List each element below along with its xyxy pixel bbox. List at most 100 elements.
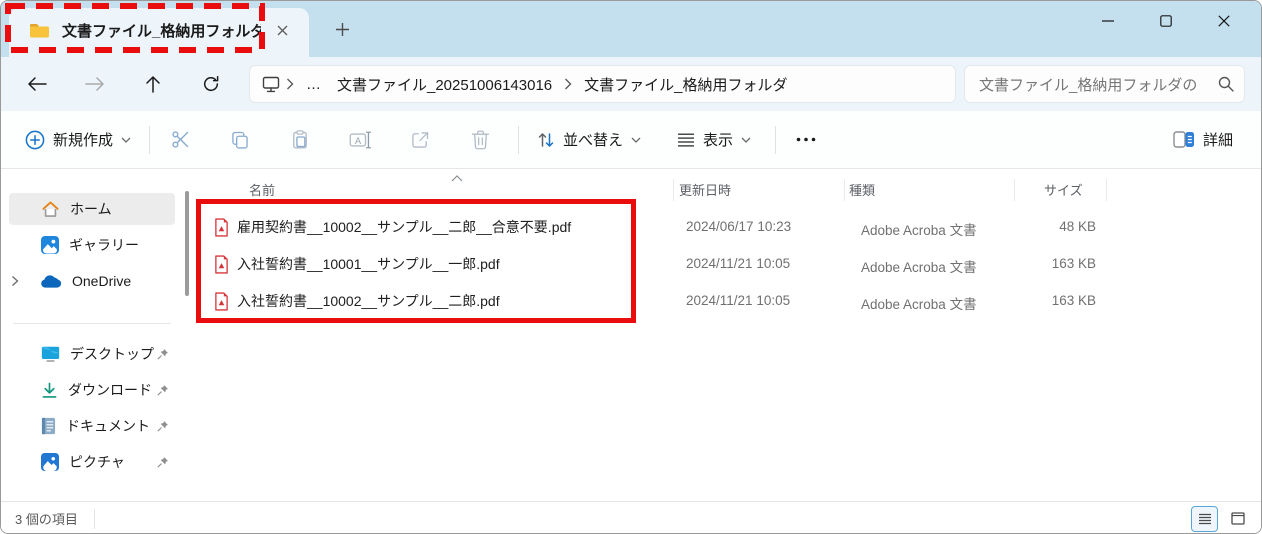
close-button[interactable]	[1195, 1, 1253, 41]
sidebar-scrollbar[interactable]	[185, 191, 189, 296]
ellipsis-icon	[796, 137, 816, 142]
home-icon	[41, 200, 60, 218]
sidebar-item-home[interactable]: ホーム	[9, 193, 175, 225]
gallery-icon	[41, 236, 59, 254]
sort-arrows-icon	[537, 131, 555, 149]
titlebar: 文書ファイル_格納用フォルダ	[1, 1, 1261, 57]
scissors-icon	[171, 131, 188, 148]
file-explorer-window: 文書ファイル_格納用フォルダ … 文書ファイル_20251006143016 文…	[0, 0, 1262, 534]
search-input[interactable]: 文書ファイル_格納用フォルダの	[964, 65, 1245, 103]
forward-icon[interactable]	[73, 66, 117, 102]
chevron-right-icon	[560, 78, 576, 90]
file-row[interactable]: 入社誓約書__10001__サンプル__一郎.pdf 2024/11/21 10…	[193, 246, 1261, 283]
chevron-down-icon	[741, 137, 751, 143]
breadcrumb-overflow[interactable]: …	[298, 72, 329, 97]
more-options-button[interactable]	[784, 120, 828, 160]
search-placeholder: 文書ファイル_格納用フォルダの	[979, 76, 1198, 94]
window-controls	[1079, 1, 1253, 41]
new-button[interactable]: 新規作成	[15, 121, 141, 158]
file-modified: 2024/11/21 10:05	[686, 256, 791, 271]
refresh-icon[interactable]	[189, 66, 233, 102]
column-header-type[interactable]: 種類	[849, 180, 875, 199]
sidebar-item-pictures[interactable]: ピクチャ	[9, 446, 175, 478]
pdf-file-icon	[214, 217, 229, 237]
toolbar-divider	[775, 125, 777, 154]
column-divider[interactable]	[673, 179, 674, 201]
download-icon	[41, 382, 58, 399]
this-pc-icon[interactable]	[262, 76, 280, 93]
folder-icon	[29, 22, 50, 39]
chevron-right-icon	[282, 78, 298, 90]
details-view-icon	[1198, 513, 1211, 524]
status-bar: 3 個の項目	[1, 501, 1261, 533]
copy-icon	[232, 131, 248, 149]
sidebar-item-downloads[interactable]: ダウンロード	[9, 374, 175, 406]
column-header-size[interactable]: サイズ	[1044, 180, 1083, 199]
pin-icon	[157, 419, 169, 435]
search-icon[interactable]	[1218, 76, 1234, 92]
file-row[interactable]: 入社誓約書__10002__サンプル__二郎.pdf 2024/11/21 10…	[193, 283, 1261, 320]
address-bar[interactable]: … 文書ファイル_20251006143016 文書ファイル_格納用フォルダ	[249, 65, 956, 103]
details-pane-button[interactable]: 詳細	[1163, 121, 1243, 158]
details-view-toggle[interactable]	[1191, 505, 1218, 532]
file-row[interactable]: 雇用契約書__10002__サンプル__二郎__合意不要.pdf 2024/06…	[193, 209, 1261, 246]
command-toolbar: 新規作成 A 並べ替え 表示 詳細	[1, 111, 1261, 169]
up-icon[interactable]	[131, 66, 175, 102]
main-area: ホーム ギャラリー OneDrive デスクトップ ダウンロード ドキュメント …	[1, 169, 1261, 501]
desktop-icon	[41, 346, 60, 362]
delete-button[interactable]	[458, 120, 502, 160]
clipboard-icon	[293, 130, 307, 149]
sidebar-item-label: ホーム	[70, 201, 112, 217]
column-header-name[interactable]: 名前	[249, 180, 275, 199]
breadcrumb-segment-current[interactable]: 文書ファイル_格納用フォルダ	[576, 70, 795, 99]
sort-button[interactable]: 並べ替え	[527, 121, 651, 158]
rename-button[interactable]: A	[338, 120, 382, 160]
tab-close-icon[interactable]	[269, 18, 295, 44]
sidebar-separator	[13, 323, 171, 324]
sidebar-item-label: ピクチャ	[69, 454, 125, 470]
column-divider[interactable]	[1106, 179, 1107, 201]
file-name: 入社誓約書__10001__サンプル__一郎.pdf	[237, 256, 500, 272]
sidebar-item-label: OneDrive	[72, 273, 132, 289]
navigation-pane: ホーム ギャラリー OneDrive デスクトップ ダウンロード ドキュメント …	[1, 169, 193, 501]
sidebar-item-desktop[interactable]: デスクトップ	[9, 338, 175, 370]
tab-title: 文書ファイル_格納用フォルダ	[62, 23, 261, 40]
sidebar-item-documents[interactable]: ドキュメント	[9, 410, 175, 442]
pin-icon	[157, 455, 169, 471]
details-pane-label: 詳細	[1202, 132, 1233, 149]
new-button-label: 新規作成	[53, 132, 114, 149]
item-count: 3 個の項目	[15, 512, 78, 527]
sidebar-item-label: ドキュメント	[66, 418, 150, 434]
document-icon	[41, 417, 56, 435]
chevron-expand-icon[interactable]	[11, 274, 19, 290]
column-divider[interactable]	[844, 179, 845, 201]
sidebar-item-gallery[interactable]: ギャラリー	[9, 229, 175, 261]
column-divider[interactable]	[1014, 179, 1015, 201]
file-modified: 2024/06/17 10:23	[686, 219, 792, 234]
view-button[interactable]: 表示	[667, 121, 761, 158]
back-icon[interactable]	[15, 66, 59, 102]
minimize-button[interactable]	[1079, 1, 1137, 41]
large-icons-view-toggle[interactable]	[1224, 506, 1251, 532]
trash-icon	[471, 130, 489, 149]
chevron-down-icon	[121, 137, 131, 143]
sidebar-item-label: デスクトップ	[70, 346, 154, 362]
details-pane-icon	[1173, 131, 1195, 148]
svg-text:A: A	[355, 135, 362, 145]
pin-icon	[157, 383, 169, 399]
sidebar-item-onedrive[interactable]: OneDrive	[9, 265, 175, 297]
toolbar-divider	[149, 125, 151, 154]
paste-button[interactable]	[278, 120, 322, 160]
new-tab-button[interactable]	[327, 14, 357, 44]
maximize-button[interactable]	[1137, 1, 1195, 41]
toolbar-divider	[518, 125, 520, 154]
explorer-tab[interactable]: 文書ファイル_格納用フォルダ	[9, 8, 309, 57]
column-header-modified[interactable]: 更新日時	[679, 180, 731, 199]
share-button[interactable]	[398, 120, 442, 160]
view-button-label: 表示	[703, 132, 734, 149]
copy-button[interactable]	[218, 120, 262, 160]
navigation-bar: … 文書ファイル_20251006143016 文書ファイル_格納用フォルダ 文…	[1, 57, 1261, 111]
cut-button[interactable]	[158, 120, 202, 160]
breadcrumb-segment-parent[interactable]: 文書ファイル_20251006143016	[329, 70, 560, 99]
file-size: 163 KB	[1051, 256, 1096, 271]
